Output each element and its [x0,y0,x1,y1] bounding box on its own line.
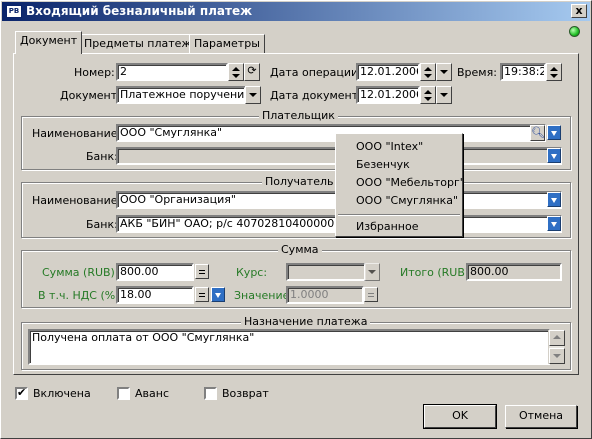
receiver-group-title: Получатель [262,175,337,188]
cancel-button[interactable]: Отмена [505,405,577,428]
payer-bank-dropdown-icon[interactable] [547,148,561,163]
receiver-bank-label: Банк: [86,218,118,231]
vat-label: В т.ч. НДС (%): [38,289,124,302]
close-button[interactable]: x [571,4,587,18]
menu-item-bezenchuk[interactable]: Безенчук [356,158,410,171]
menu-separator [338,214,460,216]
document-icon: PB [6,5,22,18]
rate-field[interactable] [286,263,366,281]
operation-date-spinner[interactable] [420,63,436,81]
amount-label: Сумма (RUB) [42,266,115,279]
payer-group-title: Плательщик [259,109,338,122]
operation-date-label: Дата операции: [270,66,362,79]
operation-date-field[interactable]: 12.01.2006 [356,63,420,81]
vat-calculator-icon[interactable] [195,287,209,302]
vat-field[interactable]: 18.00 [116,286,194,304]
document-date-field[interactable]: 12.01.2006 [356,86,420,104]
tab-panel-document: Номер: 2 ⟳ Дата операции: 12.01.2006 Вре… [13,53,579,375]
status-indicator-icon [569,26,580,37]
total-label: Итого (RUB) [400,266,470,279]
payer-bank-label: Банк: [86,150,118,163]
ok-button[interactable]: OK [423,404,497,429]
return-label: Возврат [222,387,269,400]
tab-payment-items[interactable]: Предметы платежа [79,34,204,53]
rate-label: Курс: [236,266,268,279]
receiver-bank-dropdown-icon[interactable] [547,216,561,231]
time-label: Время: [457,66,497,79]
dialog-window: PB Входящий безналичный платеж x Докумен… [0,0,592,439]
receiver-name-dropdown-icon[interactable] [547,192,561,207]
vat-dropdown-icon[interactable] [211,287,225,302]
document-type-select[interactable]: Платежное поручение [116,86,246,104]
menu-item-favorites[interactable]: Избранное [356,220,418,233]
document-date-dropdown[interactable] [436,86,452,104]
amount-field[interactable]: 800.00 [116,263,194,281]
tab-document[interactable]: Документ [15,31,83,54]
purpose-group-title: Назначение платежа [241,315,371,328]
search-icon[interactable]: 🔍︎ [530,125,545,141]
scroll-down-icon[interactable] [549,348,565,364]
menu-item-smuglyanka[interactable]: ООО "Смуглянка" [356,194,458,207]
scroll-up-icon[interactable] [549,330,565,346]
value-calculator-icon[interactable] [364,287,378,302]
total-field: 800.00 [466,263,562,281]
advance-label: Аванс [135,387,169,400]
window-title: Входящий безналичный платеж [26,4,253,18]
amount-calculator-icon[interactable] [195,264,209,279]
payer-name-field[interactable]: ООО "Смуглянка" [116,124,546,142]
document-type-dropdown[interactable] [245,86,261,104]
document-date-label: Дата документа: [270,89,369,102]
menu-item-intex[interactable]: ООО "Intex" [356,140,423,153]
tab-parameters[interactable]: Параметры [189,34,265,53]
title-bar[interactable]: PB Входящий безналичный платеж x [2,2,590,21]
sum-group-title: Сумма [278,243,322,256]
advance-checkbox[interactable] [117,387,130,400]
counterparty-popup-menu: ООО "Intex" Безенчук ООО "Мебельторг" ОО… [335,133,465,237]
included-checkbox[interactable] [15,386,28,400]
number-field[interactable]: 2 [116,63,228,81]
receiver-name-label: Наименование: [32,194,122,207]
menu-item-mebeltorg[interactable]: ООО "Мебельторг" [356,176,465,189]
operation-date-dropdown[interactable] [436,63,452,81]
value-label: Значение: [234,289,294,302]
time-field[interactable]: 19:38:27 [500,63,546,81]
purpose-scrollbar[interactable] [548,330,565,364]
value-field[interactable]: 1.0000 [286,286,364,304]
time-spinner[interactable] [546,63,562,81]
document-type-label: Документ: [60,89,121,102]
rate-dropdown[interactable] [364,263,380,281]
number-label: Номер: [74,66,115,79]
payer-name-dropdown-icon[interactable] [547,125,561,140]
number-spinner[interactable] [228,63,244,81]
return-checkbox[interactable] [204,387,217,400]
document-date-spinner[interactable] [420,86,436,104]
payer-name-label: Наименование: [32,127,122,140]
refresh-icon[interactable]: ⟳ [244,63,260,81]
included-label: Включена [33,387,91,400]
purpose-textarea[interactable]: Получена оплата от ООО "Смуглянка" [28,329,550,365]
